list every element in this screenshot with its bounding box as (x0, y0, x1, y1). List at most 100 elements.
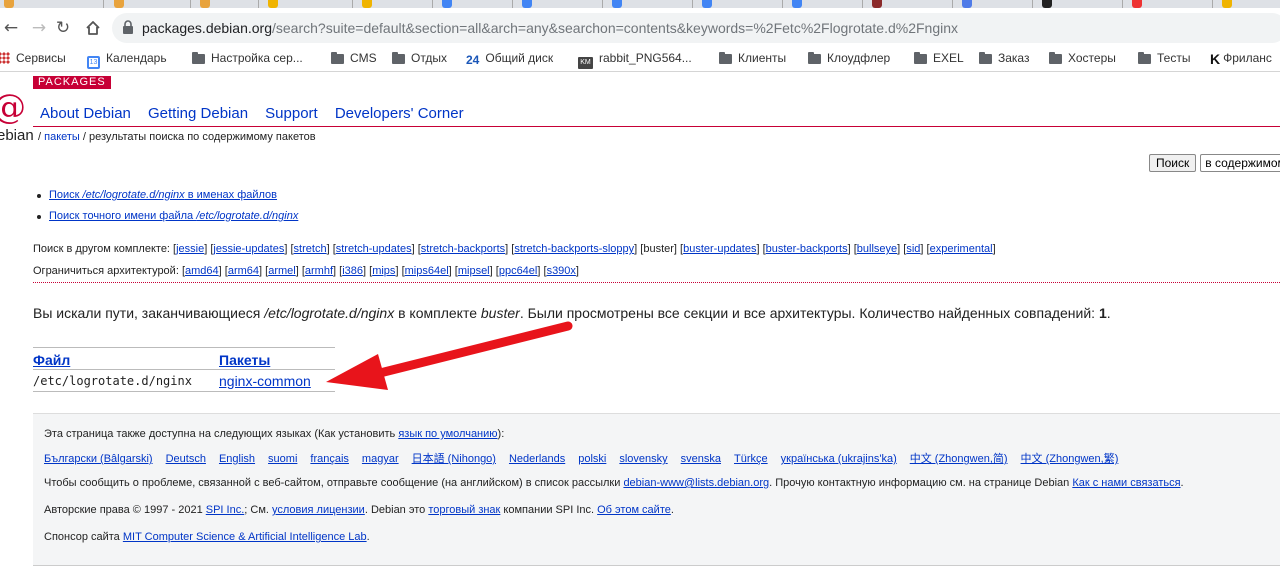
browser-tab[interactable] (1132, 0, 1148, 8)
browser-tab[interactable] (872, 0, 888, 8)
tab-favicon-icon (114, 0, 124, 8)
browser-tab[interactable] (442, 0, 458, 8)
browser-tab[interactable] (522, 0, 538, 8)
language-link[interactable]: Deutsch (166, 453, 206, 465)
footer-languages-intro: Эта страница также доступна на следующих… (44, 428, 505, 440)
browser-tab[interactable] (962, 0, 978, 8)
browser-tab[interactable] (200, 0, 216, 8)
header-divider (33, 126, 1280, 127)
browser-tab[interactable] (114, 0, 130, 8)
nav-about-debian[interactable]: About Debian (40, 105, 131, 122)
language-link[interactable]: polski (578, 453, 606, 465)
bookmark-services[interactable]: Сервисы (0, 51, 66, 65)
bookmark-folder[interactable]: Клиенты (719, 51, 786, 65)
language-link[interactable]: Türkçe (734, 453, 768, 465)
arch-link[interactable]: arm64 (228, 265, 259, 277)
about-site-link[interactable]: Об этом сайте (597, 504, 671, 516)
bookmark-calendar[interactable]: 13 Календарь (87, 51, 167, 69)
suite-link[interactable]: stretch-backports (421, 243, 505, 255)
nav-support[interactable]: Support (265, 105, 318, 122)
package-link-nginx-common[interactable]: nginx-common (219, 373, 311, 389)
arch-link[interactable]: mips (372, 265, 395, 277)
suite-link[interactable]: buster-backports (766, 243, 848, 255)
trademark-link[interactable]: торговый знак (428, 504, 500, 516)
language-link[interactable]: 中文 (Zhongwen,简) (910, 453, 1008, 465)
browser-tab[interactable] (1222, 0, 1238, 8)
hint-search-filenames[interactable]: Поиск /etc/logrotate.d/nginx в именах фа… (49, 189, 277, 201)
nav-getting-debian[interactable]: Getting Debian (148, 105, 248, 122)
language-link[interactable]: Nederlands (509, 453, 565, 465)
forward-icon[interactable]: → (29, 18, 49, 38)
browser-tab[interactable] (612, 0, 628, 8)
default-language-link[interactable]: язык по умолчанию (398, 428, 497, 440)
language-link[interactable]: magyar (362, 453, 399, 465)
back-icon[interactable]: ← (1, 18, 21, 38)
suite-link[interactable]: bullseye (857, 243, 897, 255)
sponsor-link[interactable]: MIT Computer Science & Artificial Intell… (123, 531, 367, 543)
bookmark-folder[interactable]: CMS (331, 51, 377, 65)
mailing-list-link[interactable]: debian-www@lists.debian.org (623, 477, 769, 489)
bookmark-folder[interactable]: Настройка сер... (192, 51, 303, 65)
arch-link[interactable]: mips64el (405, 265, 449, 277)
license-link[interactable]: условия лицензии (272, 504, 365, 516)
arch-link[interactable]: mipsel (458, 265, 490, 277)
language-link[interactable]: slovensky (619, 453, 667, 465)
language-link[interactable]: 日本語 (Nihongo) (412, 453, 496, 465)
contact-link[interactable]: Как с нами связаться (1072, 477, 1180, 489)
bookmark-freelance[interactable]: K Фриланс (1210, 51, 1272, 67)
bookmark-folder[interactable]: Клоудфлер (808, 51, 890, 65)
breadcrumb-packages[interactable]: пакеты (44, 131, 80, 143)
suite-link[interactable]: stretch-backports-sloppy (514, 243, 634, 255)
language-link[interactable]: français (310, 453, 349, 465)
suite-link[interactable]: sid (906, 243, 920, 255)
browser-tab[interactable] (362, 0, 378, 8)
language-link[interactable]: українська (ukrajins'ka) (781, 453, 897, 465)
tab-favicon-icon (4, 0, 14, 8)
suite-link[interactable]: jessie-updates (213, 243, 284, 255)
language-link[interactable]: English (219, 453, 255, 465)
browser-tab[interactable] (1042, 0, 1058, 8)
column-header-file[interactable]: Файл (33, 347, 219, 370)
bookmark-folder[interactable]: EXEL (914, 51, 964, 65)
suite-link[interactable]: stretch-updates (336, 243, 412, 255)
language-link[interactable]: Български (Bâlgarski) (44, 453, 153, 465)
home-icon[interactable] (83, 18, 103, 38)
language-link[interactable]: suomi (268, 453, 297, 465)
suite-link[interactable]: stretch (294, 243, 327, 255)
arch-link[interactable]: s390x (547, 265, 576, 277)
bookmark-shared-drive[interactable]: 24 Общий диск (466, 51, 553, 67)
reload-icon[interactable]: ↻ (53, 18, 73, 38)
browser-tab[interactable] (702, 0, 718, 8)
breadcrumb: / пакеты / результаты поиска по содержим… (38, 131, 316, 143)
suite-link[interactable]: jessie (176, 243, 204, 255)
bookmark-folder[interactable]: Заказ (979, 51, 1029, 65)
arch-link[interactable]: ppc64el (499, 265, 538, 277)
bookmark-folder[interactable]: Отдых (392, 51, 447, 65)
footer-sponsor: Спонсор сайта MIT Computer Science & Art… (44, 531, 370, 543)
bookmark-folder[interactable]: Тесты (1138, 51, 1190, 65)
arch-link[interactable]: i386 (342, 265, 363, 277)
language-link[interactable]: 中文 (Zhongwen,繁) (1021, 453, 1119, 465)
browser-tab[interactable] (792, 0, 808, 8)
nav-developers-corner[interactable]: Developers' Corner (335, 105, 464, 122)
arch-link[interactable]: armel (268, 265, 296, 277)
spi-link[interactable]: SPI Inc. (206, 504, 245, 516)
search-scope-select[interactable]: в содержимом пакетов (1200, 154, 1280, 172)
language-link[interactable]: svenska (681, 453, 721, 465)
bookmark-rabbit-image[interactable]: KM rabbit_PNG564... (578, 51, 692, 69)
tab-favicon-icon (1132, 0, 1142, 8)
arch-link[interactable]: armhf (305, 265, 333, 277)
logo-wordmark: ebian (0, 127, 34, 144)
suite-link[interactable]: buster-updates (683, 243, 756, 255)
bookmark-folder[interactable]: Хостеры (1049, 51, 1116, 65)
arch-link[interactable]: amd64 (185, 265, 219, 277)
search-button[interactable]: Поиск (1149, 154, 1197, 172)
tab-favicon-icon (962, 0, 972, 8)
browser-tab[interactable] (4, 0, 20, 8)
address-bar[interactable]: packages.debian.org/search?suite=default… (112, 13, 1280, 43)
suite-link[interactable]: experimental (930, 243, 993, 255)
folder-icon (719, 52, 732, 64)
column-header-packages[interactable]: Пакеты (219, 347, 335, 370)
hint-search-exact-filename[interactable]: Поиск точного имени файла /etc/logrotate… (49, 210, 298, 222)
browser-tab[interactable] (268, 0, 284, 8)
